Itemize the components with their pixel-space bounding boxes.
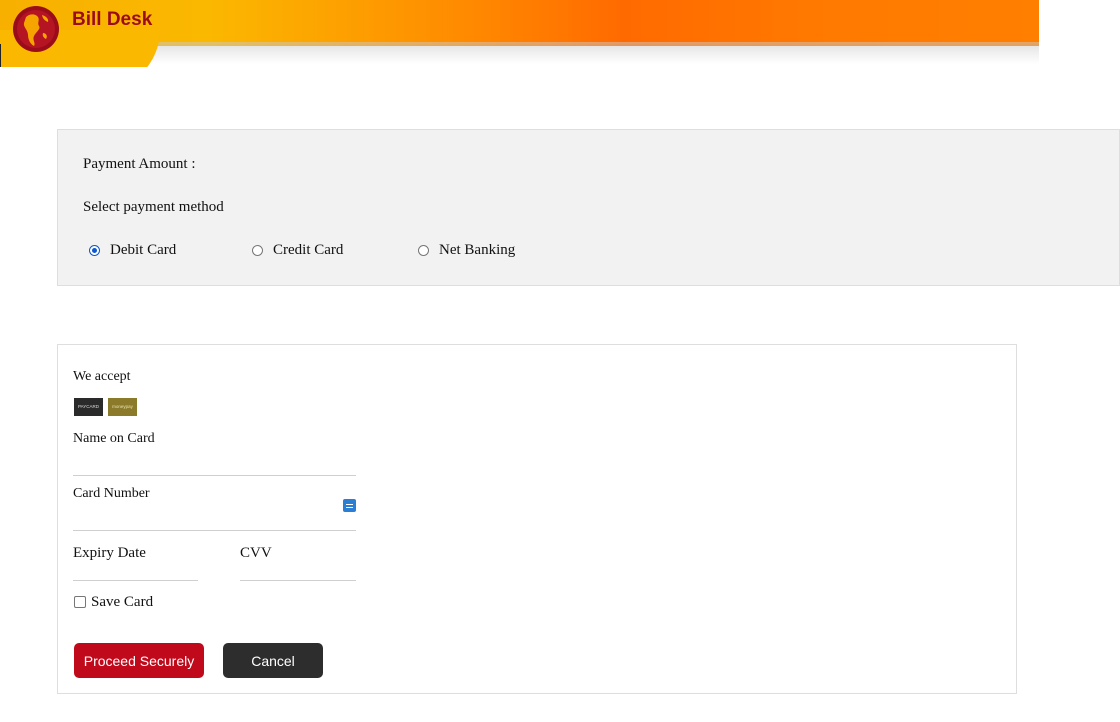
radio-debit-card[interactable]: Debit Card bbox=[89, 242, 176, 259]
globe-icon bbox=[13, 6, 59, 52]
header-banner: Bill Desk bbox=[0, 0, 1039, 67]
banner-shadow bbox=[60, 42, 1039, 64]
radio-button[interactable] bbox=[418, 245, 429, 256]
radio-net-banking[interactable]: Net Banking bbox=[418, 242, 515, 259]
save-card-checkbox[interactable] bbox=[74, 596, 86, 608]
moneypay-logo: moneypay bbox=[108, 398, 137, 416]
card-number-input[interactable] bbox=[73, 508, 338, 528]
we-accept-label: We accept bbox=[73, 369, 131, 384]
save-card-label: Save Card bbox=[91, 594, 154, 610]
brand-title: Bill Desk bbox=[72, 9, 153, 30]
name-on-card-label: Name on Card bbox=[73, 431, 155, 446]
paycard-logo: PAYCARD bbox=[74, 398, 103, 416]
expiry-date-input[interactable] bbox=[73, 559, 197, 579]
cvv-underline bbox=[240, 580, 356, 581]
radio-credit-card[interactable]: Credit Card bbox=[252, 242, 343, 259]
banner-divider bbox=[0, 44, 1, 67]
name-on-card-underline bbox=[73, 475, 356, 476]
cvv-input[interactable] bbox=[240, 559, 354, 579]
payment-method-label: Select payment method bbox=[83, 199, 224, 215]
radio-debit-card-label: Debit Card bbox=[110, 242, 177, 258]
card-number-label: Card Number bbox=[73, 486, 150, 501]
payment-amount-label: Payment Amount : bbox=[83, 156, 196, 172]
radio-button[interactable] bbox=[252, 245, 263, 256]
expiry-date-underline bbox=[73, 580, 198, 581]
card-number-underline bbox=[73, 530, 356, 531]
cancel-button[interactable]: Cancel bbox=[223, 643, 323, 678]
proceed-securely-button[interactable]: Proceed Securely bbox=[74, 643, 204, 678]
radio-credit-card-label: Credit Card bbox=[273, 242, 344, 258]
radio-button-selected[interactable] bbox=[89, 245, 100, 256]
card-form-panel: We accept PAYCARD moneypay Name on Card … bbox=[57, 344, 1017, 694]
radio-net-banking-label: Net Banking bbox=[439, 242, 516, 258]
payment-method-panel: Payment Amount : Select payment method D… bbox=[57, 129, 1120, 286]
name-on-card-input[interactable] bbox=[73, 453, 355, 473]
card-list-icon[interactable] bbox=[343, 499, 356, 512]
